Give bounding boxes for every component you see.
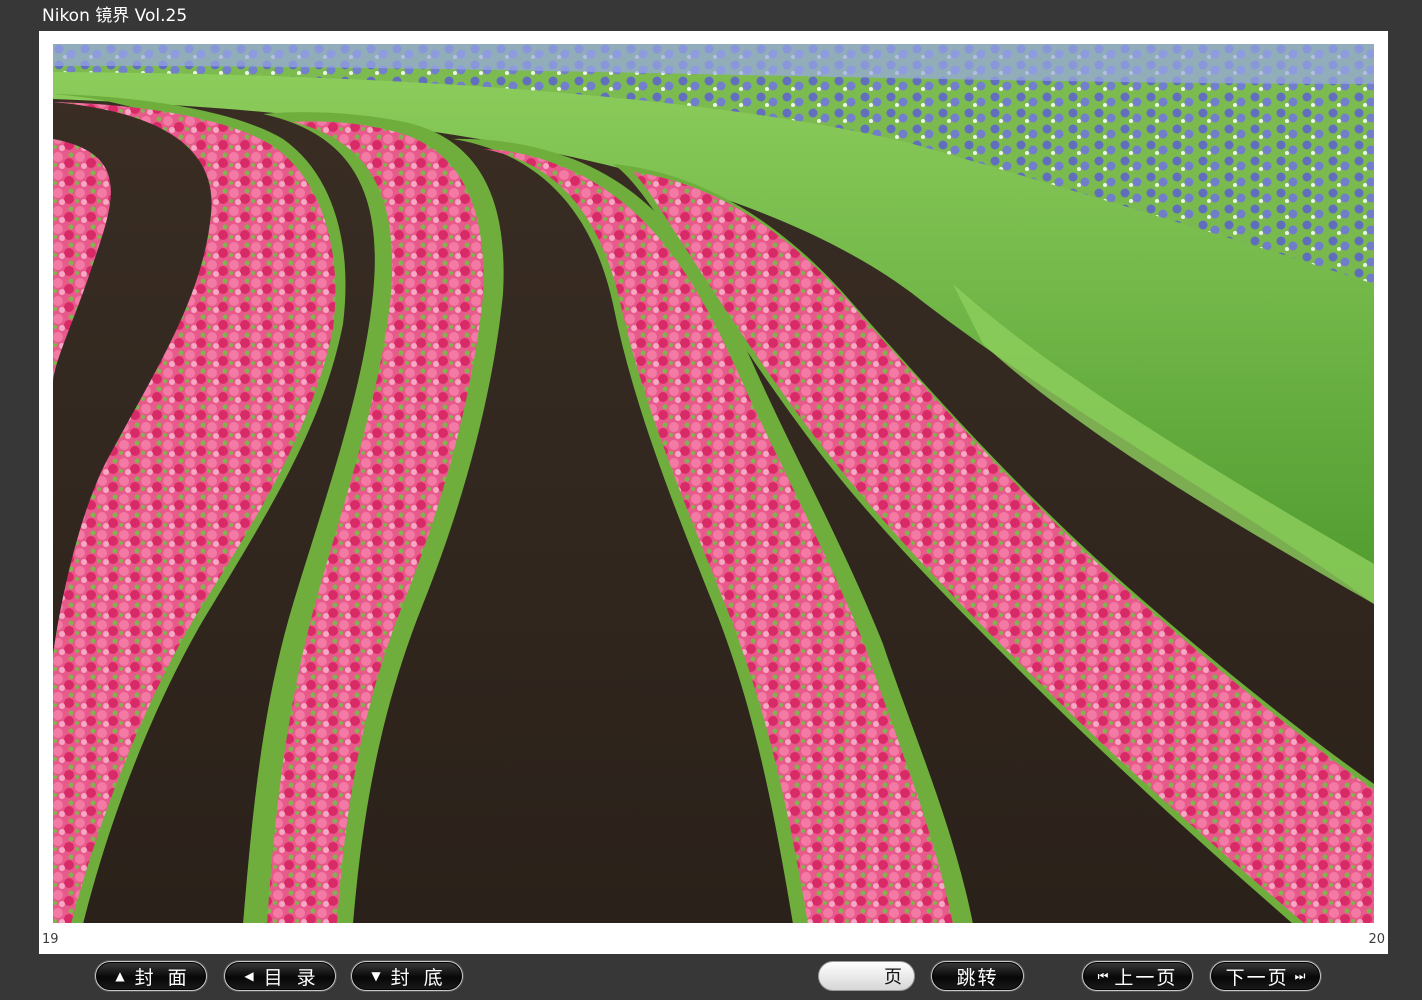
magazine-page: 19 20 [39, 31, 1388, 954]
skip-back-icon: ⏮ [1097, 968, 1109, 983]
previous-page-label: 上一页 [1114, 966, 1178, 989]
jump-button[interactable]: 跳转 [931, 961, 1024, 991]
triangle-left-icon: ◀ [244, 969, 254, 983]
next-page-label: 下一页 [1225, 966, 1289, 989]
toc-button[interactable]: ◀ 目录 [224, 961, 336, 991]
page-number-input[interactable] [831, 966, 885, 988]
next-page-button[interactable]: 下一页 ⏭ [1210, 961, 1321, 991]
triangle-up-icon: ▲ [115, 969, 125, 983]
back-cover-button-label: 封底 [390, 966, 457, 989]
page-suffix-label: 页 [884, 967, 902, 988]
flower-field-image [53, 44, 1374, 923]
cover-button[interactable]: ▲ 封面 [95, 961, 207, 991]
back-cover-button[interactable]: ▼ 封底 [351, 961, 463, 991]
page-number-right: 20 [1368, 932, 1385, 947]
jump-button-label: 跳转 [956, 966, 999, 989]
skip-forward-icon: ⏭ [1294, 968, 1306, 983]
cover-button-label: 封面 [134, 966, 201, 989]
previous-page-button[interactable]: ⏮ 上一页 [1082, 961, 1193, 991]
triangle-down-icon: ▼ [371, 969, 381, 983]
navigation-bar: ▲ 封面 ◀ 目录 ▼ 封底 页 跳转 ⏮ 上一页 下一页 ⏭ [0, 958, 1422, 998]
page-number-field: 页 [818, 961, 915, 991]
flower-field-photo [53, 44, 1374, 923]
page-number-left: 19 [42, 932, 59, 947]
toc-button-label: 目录 [263, 966, 330, 989]
window-title: Nikon 镜界 Vol.25 [42, 6, 188, 26]
